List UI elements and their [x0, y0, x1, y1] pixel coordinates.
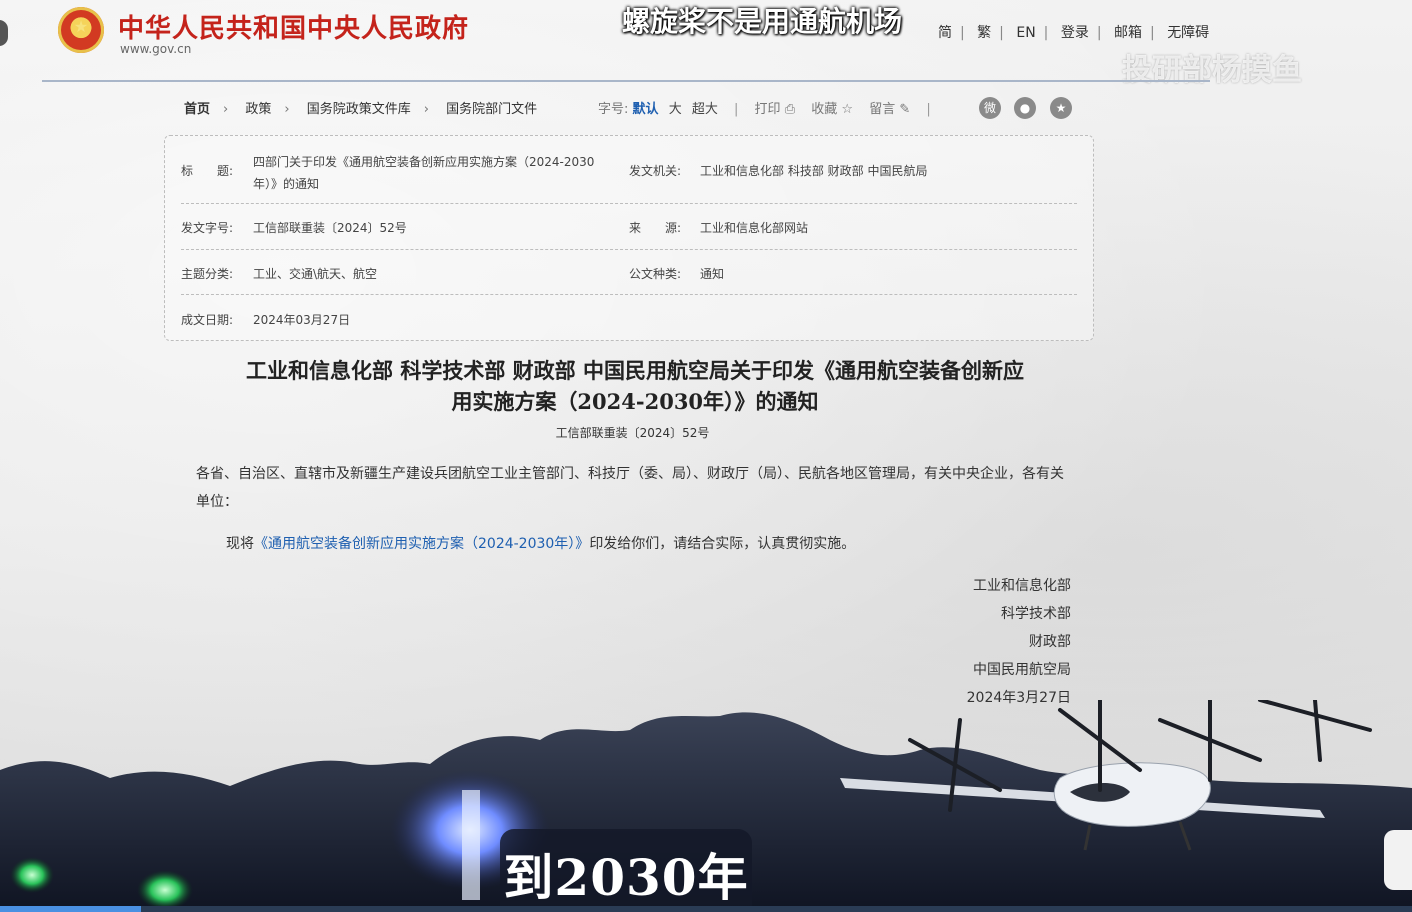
site-url: www.gov.cn [120, 42, 192, 56]
meta-title-line1: 四部门关于印发《通用航空装备创新应用实施方案（2024-2030 [253, 155, 595, 169]
channel-watermark: 投研部杨摸鱼 [1122, 53, 1302, 88]
site-title[interactable]: 中华人民共和国中央人民政府 [118, 8, 469, 45]
favorite-button[interactable]: 收藏 ☆ [811, 102, 853, 117]
document-addressees: 各省、自治区、直辖市及新疆生产建设兵团航空工业主管部门、科技厅（委、局）、财政厅… [196, 466, 1064, 510]
meta-docno-value: 工信部联重装〔2024〕52号 [253, 221, 407, 235]
meta-title-label: 标 题: [181, 164, 234, 178]
meta-title-line2: 年）》的通知 [253, 177, 320, 191]
video-caption: 到2030年 [503, 848, 749, 907]
chevron-right-icon: › [284, 102, 290, 117]
meta-source-value: 工业和信息化部网站 [700, 221, 809, 235]
wechat-icon[interactable]: ● [1014, 97, 1036, 119]
link-login[interactable]: 登录 [1061, 25, 1089, 41]
weibo-icon[interactable]: 微 [979, 97, 1001, 119]
top-links: 简 | 繁 | EN | 登录 | 邮箱 | 无障碍 [938, 25, 1210, 41]
header-divider [42, 80, 1210, 82]
link-simplified[interactable]: 简 [938, 25, 952, 41]
document-number: 工信部联重装〔2024〕52号 [555, 426, 710, 440]
font-size-default[interactable]: 默认 [633, 102, 659, 117]
meta-issuer-label: 发文机关: [629, 164, 682, 178]
comment-label: 留言 [869, 102, 896, 117]
pen-icon: ✎ [899, 102, 911, 117]
star-icon: ☆ [841, 102, 854, 117]
print-label: 打印 [754, 102, 781, 117]
meta-title-value: 四部门关于印发《通用航空装备创新应用实施方案（2024-2030 年）》的通知 [253, 151, 594, 195]
national-emblem-icon: ★ [58, 7, 104, 53]
print-button[interactable]: 打印 ⎙ [755, 102, 796, 117]
breadcrumb: 首页 › 政策 › 国务院政策文件库 › 国务院部门文件 [184, 98, 537, 117]
document-meta-box: 标 题: 四部门关于印发《通用航空装备创新应用实施方案（2024-2030 年）… [164, 135, 1094, 341]
meta-divider [181, 203, 1077, 204]
video-subtitle-top: 螺旋桨不是用通航机场 [622, 5, 903, 38]
meta-topic-label: 主题分类: [181, 267, 234, 281]
breadcrumb-department-docs[interactable]: 国务院部门文件 [446, 102, 537, 117]
breadcrumb-policy-library[interactable]: 国务院政策文件库 [307, 102, 411, 117]
signature-caac: 中国民用航空局 [973, 662, 1071, 678]
chevron-right-icon: › [223, 102, 229, 117]
video-progress-fill [0, 906, 142, 912]
link-traditional[interactable]: 繁 [977, 25, 991, 41]
document-title: 工业和信息化部 科学技术部 财政部 中国民用航空局关于印发《通用航空装备创新应 … [200, 355, 1070, 417]
breadcrumb-home[interactable]: 首页 [184, 102, 210, 117]
meta-docno-label: 发文字号: [181, 221, 234, 235]
meta-type-value: 通知 [700, 267, 725, 281]
comment-button[interactable]: 留言 ✎ [869, 102, 910, 117]
signature-mof: 财政部 [1029, 634, 1071, 650]
printer-icon: ⎙ [784, 102, 796, 117]
meta-issuer-value: 工业和信息化部 科技部 财政部 中国民航局 [700, 164, 928, 178]
meta-divider [181, 249, 1077, 250]
font-size-large[interactable]: 大 [669, 102, 682, 117]
breadcrumb-policy[interactable]: 政策 [245, 102, 271, 117]
signature-miit: 工业和信息化部 [973, 578, 1071, 594]
link-mail[interactable]: 邮箱 [1114, 25, 1142, 41]
document-body-paragraph: 现将《通用航空装备创新应用实施方案（2024-2030年）》印发给你们，请结合实… [226, 533, 855, 553]
qzone-icon[interactable]: ★ [1050, 97, 1072, 119]
article-toolbar: 字号: 默认 大 超大 | 打印 ⎙ 收藏 ☆ 留言 ✎ | [598, 102, 931, 117]
side-button[interactable] [1384, 830, 1412, 890]
link-accessibility[interactable]: 无障碍 [1167, 25, 1209, 41]
video-progress-bar[interactable] [0, 906, 1412, 912]
meta-type-label: 公文种类: [629, 267, 682, 281]
chevron-right-icon: › [423, 102, 429, 117]
body-suffix: 印发给你们，请结合实际，认真贯彻实施。 [589, 536, 856, 552]
document-title-line2: 用实施方案（2024-2030年）》的通知 [451, 389, 819, 414]
attachment-link[interactable]: 《通用航空装备创新应用实施方案（2024-2030年）》 [254, 536, 589, 552]
meta-date-label: 成文日期: [181, 313, 234, 327]
link-english[interactable]: EN [1016, 25, 1035, 41]
meta-date-value: 2024年03月27日 [253, 313, 351, 327]
meta-source-label: 来 源: [629, 221, 682, 235]
meta-divider [181, 294, 1077, 295]
body-prefix: 现将 [226, 536, 254, 552]
font-size-xlarge[interactable]: 超大 [692, 102, 718, 117]
signature-most: 科学技术部 [1001, 606, 1071, 622]
favorite-label: 收藏 [811, 102, 838, 117]
font-size-label: 字号: [598, 102, 629, 117]
meta-topic-value: 工业、交通\航天、航空 [253, 267, 378, 281]
document-title-line1: 工业和信息化部 科学技术部 财政部 中国民用航空局关于印发《通用航空装备创新应 [246, 358, 1024, 383]
